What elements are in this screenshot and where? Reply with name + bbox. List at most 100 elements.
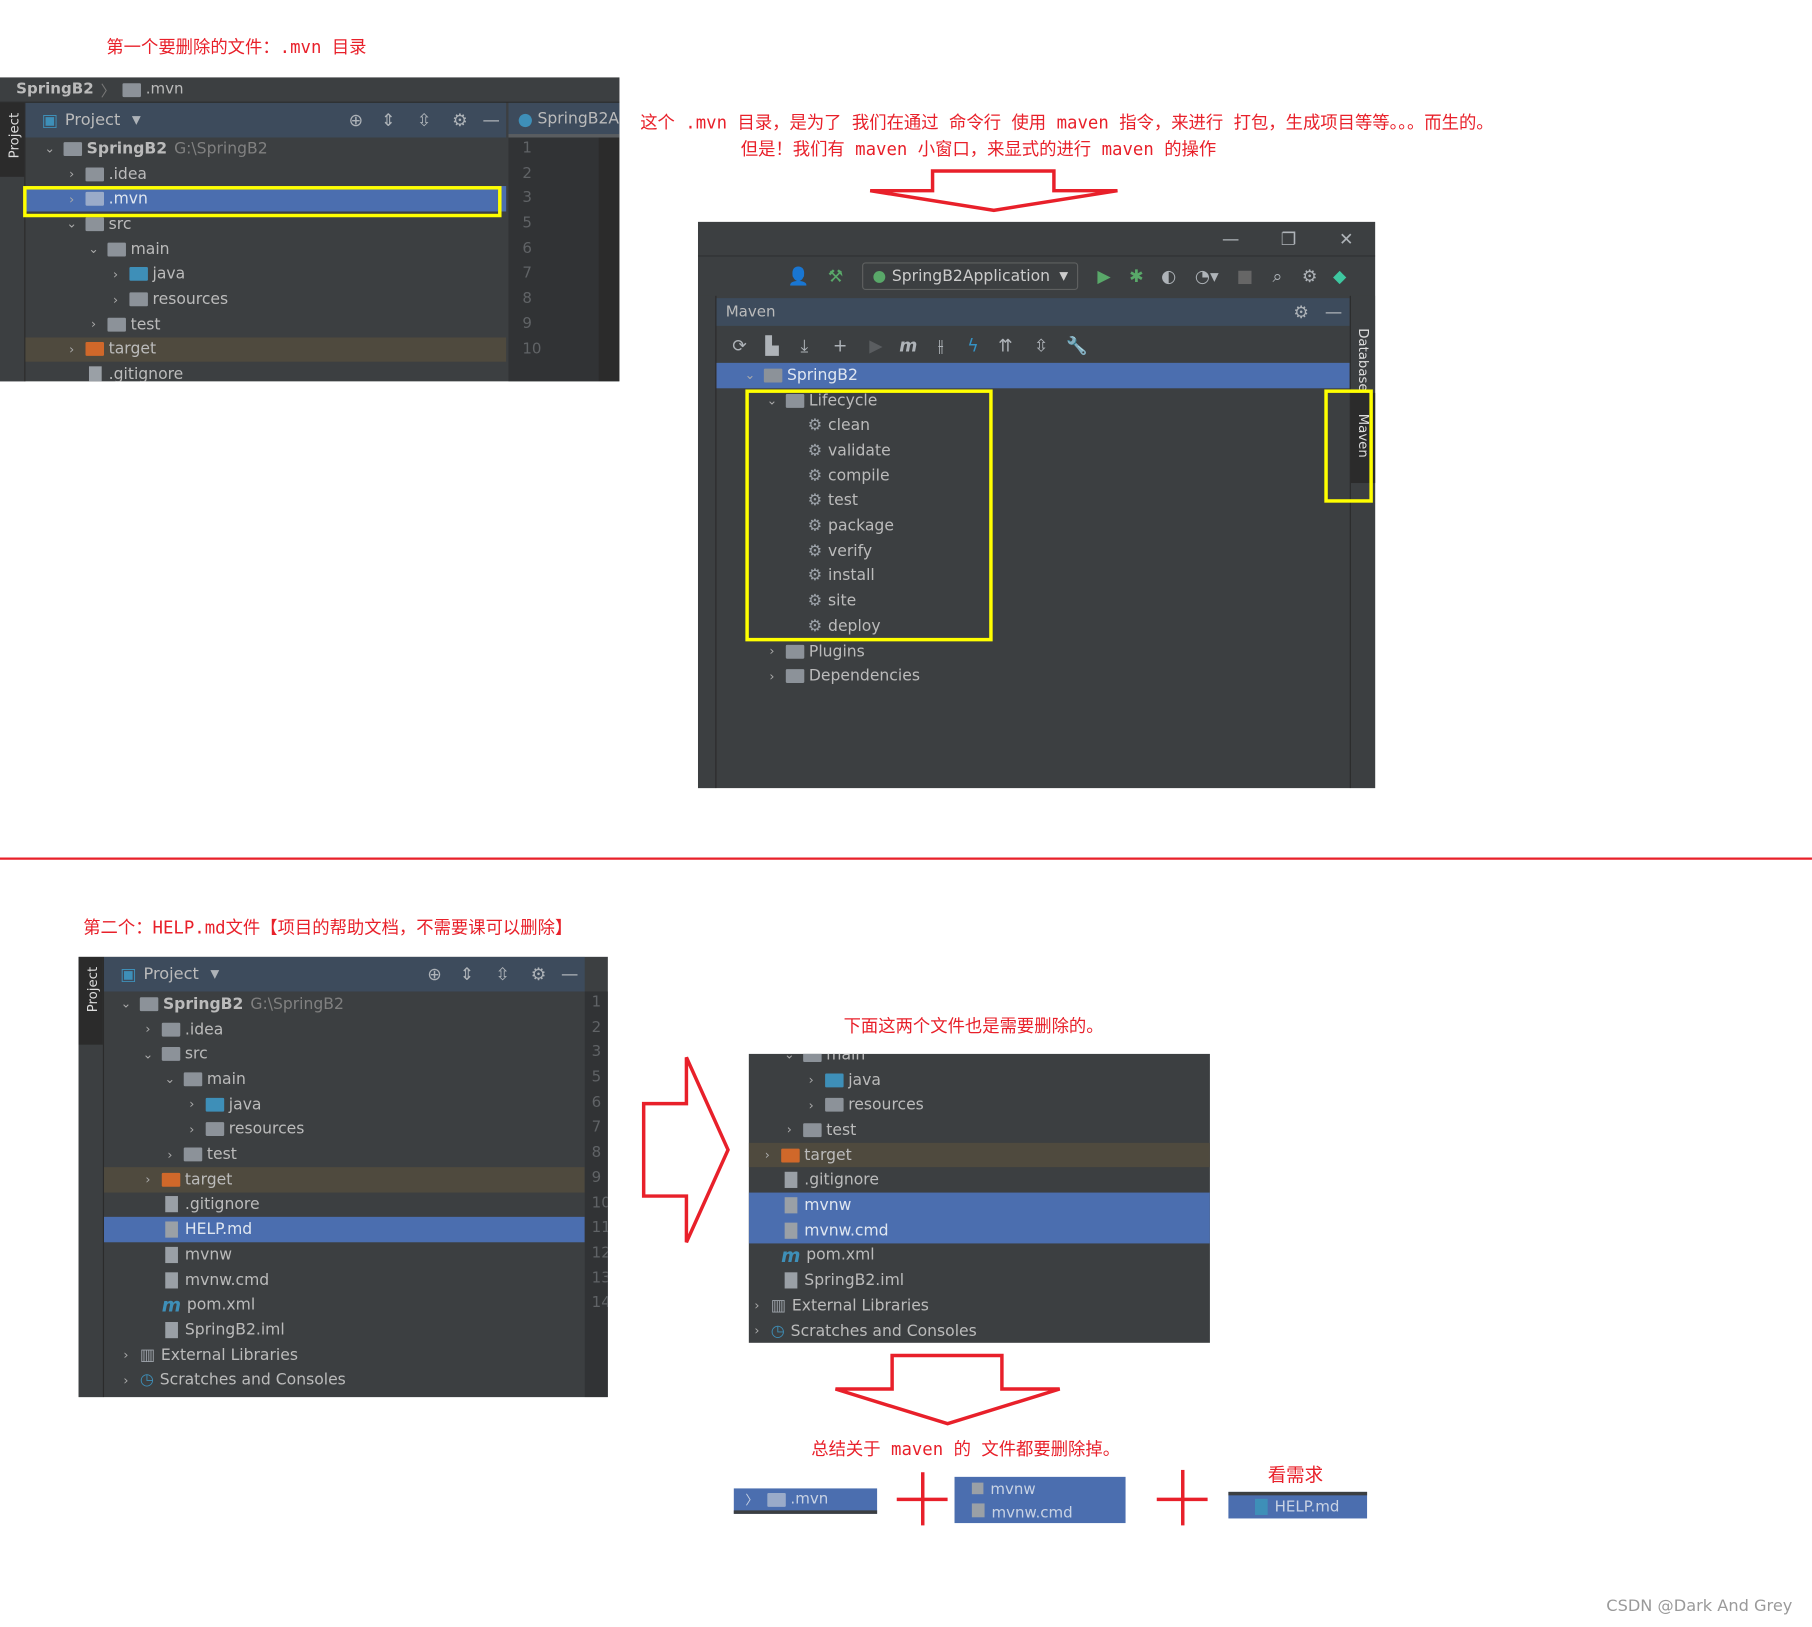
- project-view-selector[interactable]: Project: [144, 965, 199, 983]
- summary-mvn: 〉 .mvn: [733, 1488, 878, 1514]
- note-summary: 总结关于 maven 的 文件都要删除掉。: [811, 1438, 1121, 1460]
- tree-row[interactable]: › .idea: [104, 1017, 585, 1042]
- chevron-right-icon[interactable]: ›: [759, 1148, 775, 1163]
- gear-icon[interactable]: ⚙: [1294, 266, 1326, 287]
- tree-row[interactable]: SpringB2.iml: [749, 1268, 1210, 1293]
- tree-row[interactable]: mvnw: [104, 1242, 585, 1267]
- chevron-right-icon[interactable]: ›: [781, 1123, 797, 1138]
- tree-row[interactable]: › target: [748, 1142, 1210, 1168]
- chevron-right-icon[interactable]: ›: [162, 1147, 178, 1162]
- chevron-down-icon[interactable]: ⌄: [140, 1047, 156, 1062]
- tree-row[interactable]: ⌄ src: [104, 1042, 585, 1067]
- tree-row[interactable]: › test: [104, 1142, 585, 1167]
- search-icon[interactable]: ⌕: [1261, 266, 1293, 287]
- expand-all-icon[interactable]: ⇕: [451, 964, 483, 985]
- tree-row[interactable]: ⌄ SpringB2: [716, 362, 1350, 388]
- chevron-right-icon[interactable]: ›: [140, 1172, 156, 1187]
- gear-icon[interactable]: ⚙: [522, 964, 554, 985]
- folder-icon: [803, 1123, 822, 1138]
- close-icon[interactable]: ✕: [1317, 228, 1375, 249]
- run-icon[interactable]: ▶: [860, 335, 892, 356]
- tree-row[interactable]: › java: [749, 1067, 1210, 1092]
- skip-tests-icon[interactable]: ϟ: [957, 335, 989, 356]
- chevron-down-icon[interactable]: ▼: [210, 968, 219, 981]
- tree-row[interactable]: › resources: [104, 1117, 585, 1142]
- tree-row[interactable]: › ▥ External Libraries: [749, 1293, 1210, 1318]
- add-icon[interactable]: +: [820, 335, 859, 356]
- gear-icon[interactable]: ⚙: [1285, 302, 1317, 323]
- tree-row[interactable]: HELP.md: [104, 1217, 585, 1243]
- chevron-right-icon[interactable]: ›: [803, 1098, 819, 1113]
- maven-title: Maven: [725, 303, 776, 321]
- tree-row-label: target: [184, 1170, 233, 1189]
- line-number: 11: [591, 1219, 608, 1237]
- module-icon: [139, 997, 159, 1011]
- tree-row[interactable]: › ◷ Scratches and Consoles: [749, 1318, 1210, 1343]
- tree-row[interactable]: › Dependencies: [716, 664, 1349, 689]
- tree-row[interactable]: › test: [749, 1118, 1210, 1143]
- tree-row[interactable]: mvnw.cmd: [104, 1267, 585, 1292]
- line-number: 13: [591, 1269, 608, 1287]
- download-icon[interactable]: ⤓: [788, 335, 820, 356]
- tree-row[interactable]: › target: [104, 1167, 585, 1193]
- show-dependencies-icon[interactable]: ⇈: [989, 335, 1021, 356]
- chevron-down-icon[interactable]: ⌄: [118, 997, 134, 1012]
- project-side-tab[interactable]: Project: [78, 956, 103, 1045]
- tree-row[interactable]: m pom.xml: [749, 1243, 1210, 1268]
- tree-row[interactable]: mvnw.cmd: [748, 1217, 1210, 1243]
- chevron-right-icon[interactable]: ›: [749, 1323, 765, 1338]
- chevron-right-icon[interactable]: ›: [184, 1122, 200, 1137]
- generate-sources-icon[interactable]: ▙: [756, 335, 788, 356]
- hide-icon[interactable]: —: [1317, 302, 1349, 323]
- chevron-right-icon[interactable]: ›: [749, 1298, 765, 1313]
- chevron-right-icon[interactable]: ›: [184, 1097, 200, 1112]
- stop-icon[interactable]: ■: [1229, 266, 1261, 287]
- tree-row[interactable]: › resources: [749, 1092, 1210, 1117]
- run-icon[interactable]: ▶: [1088, 266, 1120, 287]
- toggle-offline-icon[interactable]: ⫲: [924, 335, 956, 356]
- maven-goal-icon[interactable]: m: [892, 335, 924, 356]
- tree-row-label: mvnw: [184, 1245, 232, 1265]
- tree-row[interactable]: .gitignore: [104, 1192, 585, 1217]
- tree-row[interactable]: ⌄ main: [104, 1067, 585, 1092]
- reload-icon[interactable]: ⟳: [723, 335, 755, 356]
- watermark: CSDN @Dark And Grey: [1606, 1597, 1793, 1616]
- debug-icon[interactable]: ✱: [1120, 266, 1152, 287]
- collapse-all-icon[interactable]: ⇳: [1022, 335, 1061, 356]
- file-icon: [165, 1246, 178, 1263]
- run-config-select[interactable]: ● SpringB2Application ▼: [862, 262, 1079, 291]
- database-side-tab[interactable]: Database: [1356, 328, 1372, 391]
- locate-icon[interactable]: ⊕: [418, 964, 450, 985]
- collapse-all-icon[interactable]: ⇳: [483, 964, 522, 985]
- chevron-down-icon[interactable]: ⌄: [162, 1072, 178, 1087]
- tree-row[interactable]: › ▥ External Libraries: [104, 1343, 585, 1368]
- restore-icon[interactable]: ❐: [1260, 228, 1318, 249]
- profiler-icon[interactable]: ◔▾: [1185, 266, 1229, 287]
- summary-mvnw-label: mvnw: [990, 1481, 1036, 1499]
- chevron-right-icon[interactable]: ›: [118, 1373, 134, 1388]
- folder-icon: [205, 1122, 225, 1137]
- plugin-icon[interactable]: ◆: [1326, 266, 1354, 287]
- minimize-icon[interactable]: —: [1202, 228, 1260, 249]
- tree-row[interactable]: SpringB2.iml: [104, 1317, 585, 1342]
- tree-row[interactable]: .gitignore: [749, 1168, 1210, 1193]
- tree-row[interactable]: › Plugins: [716, 639, 1349, 664]
- tree-row[interactable]: m pom.xml: [104, 1292, 585, 1317]
- chevron-right-icon[interactable]: ›: [764, 644, 780, 659]
- chevron-right-icon[interactable]: ›: [118, 1348, 134, 1363]
- tree-row[interactable]: › java: [104, 1092, 585, 1117]
- build-hammer-icon[interactable]: ⚒: [818, 266, 853, 287]
- tree-row[interactable]: › ◷ Scratches and Consoles: [104, 1368, 585, 1393]
- chevron-down-icon[interactable]: ⌄: [781, 1054, 797, 1062]
- tree-row[interactable]: mvnw: [748, 1192, 1210, 1218]
- chevron-right-icon[interactable]: ›: [764, 669, 780, 684]
- user-icon[interactable]: 👤: [779, 266, 818, 287]
- coverage-icon[interactable]: ◐: [1153, 266, 1185, 287]
- tree-row[interactable]: ⌄ SpringB2 G:\SpringB2: [104, 992, 585, 1017]
- chevron-right-icon[interactable]: ›: [140, 1022, 156, 1037]
- wrench-icon[interactable]: 🔧: [1061, 335, 1093, 356]
- chevron-down-icon[interactable]: ⌄: [742, 368, 758, 383]
- hide-icon[interactable]: —: [555, 964, 585, 985]
- chevron-right-icon[interactable]: ›: [803, 1072, 819, 1087]
- tree-row[interactable]: ⌄ main: [749, 1053, 1210, 1068]
